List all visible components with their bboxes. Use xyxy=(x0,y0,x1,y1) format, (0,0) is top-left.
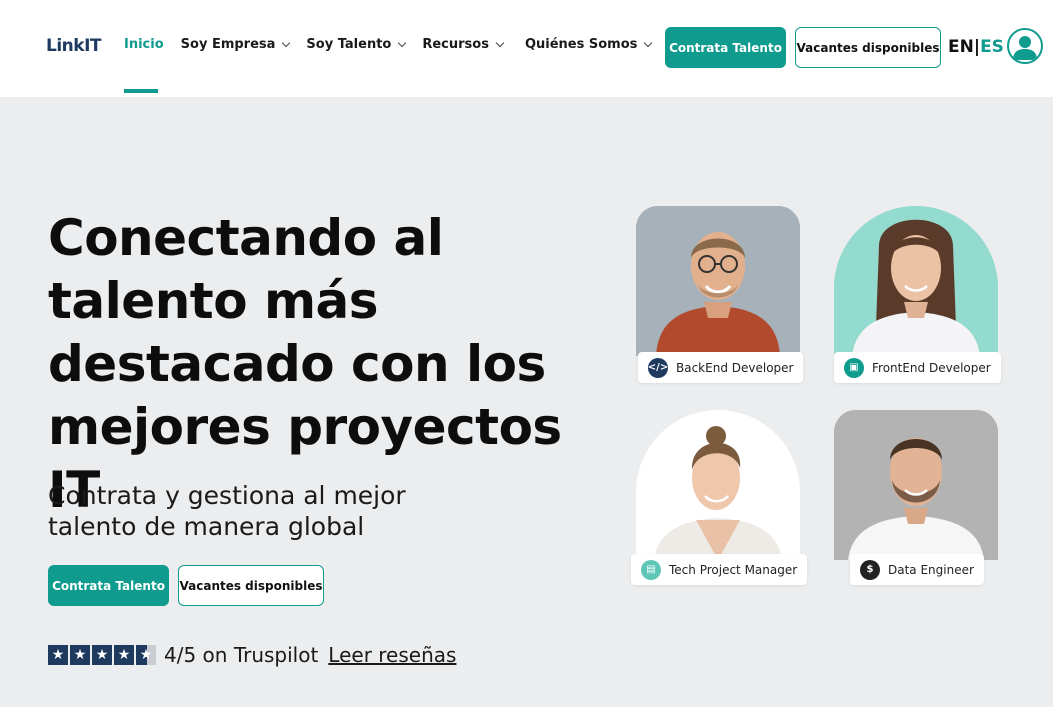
chevron-down-icon xyxy=(644,38,653,48)
vacantes-disponibles-button[interactable]: Vacantes disponibles xyxy=(795,27,941,68)
role-label: FrontEnd Developer xyxy=(872,360,991,375)
nav-item-label: Soy Empresa xyxy=(180,37,276,52)
contrata-talento-button[interactable]: Contrata Talento xyxy=(665,27,786,68)
nav-item-label: Quiénes Somos xyxy=(524,37,638,52)
half-star-icon: ★ xyxy=(136,645,156,665)
nav-item-label: Soy Talento xyxy=(306,37,392,52)
linkit-logo[interactable]: LinkIT xyxy=(46,36,101,56)
hero-vacantes-button[interactable]: Vacantes disponibles xyxy=(178,565,324,606)
nav-item-soy-empresa[interactable]: Soy Empresa xyxy=(180,37,291,52)
nav-item-label: Recursos xyxy=(422,37,489,52)
profile-card-data-engineer: $ Data Engineer xyxy=(834,410,998,590)
role-label: Data Engineer xyxy=(888,562,974,577)
role-label: Tech Project Manager xyxy=(669,562,798,577)
hero-headline: Conectando al talento más destacado con … xyxy=(48,207,608,522)
code-icon: </> xyxy=(648,357,668,378)
star-icon: ★ xyxy=(70,645,90,665)
subline-line: Contrata y gestiona al mejor xyxy=(48,481,406,510)
leer-resenas-link[interactable]: Leer reseñas xyxy=(328,643,456,667)
profile-photo xyxy=(834,206,998,356)
role-tag: </> BackEnd Developer xyxy=(638,352,804,383)
nav-links: Inicio Soy Empresa Soy Talento Recursos … xyxy=(124,37,668,52)
profile-card-backend: </> BackEnd Developer xyxy=(636,206,804,384)
chevron-down-icon xyxy=(282,38,291,48)
profile-card-tech-pm: ▤ Tech Project Manager xyxy=(631,410,808,590)
top-navbar: LinkIT Inicio Soy Empresa Soy Talento Re… xyxy=(0,0,1053,97)
user-icon[interactable] xyxy=(1007,28,1043,64)
profile-photo xyxy=(636,206,800,356)
nav-item-recursos[interactable]: Recursos xyxy=(422,37,505,52)
role-tag: ▤ Tech Project Manager xyxy=(631,554,808,585)
nav-item-quienes-somos[interactable]: Quiénes Somos xyxy=(524,37,653,52)
language-switcher: EN|ES xyxy=(948,37,1004,57)
image-icon: ▣ xyxy=(844,357,864,378)
chevron-down-icon xyxy=(398,38,407,48)
active-nav-indicator xyxy=(124,89,158,93)
chevron-down-icon xyxy=(495,38,505,48)
lang-en-link[interactable]: EN xyxy=(948,37,974,57)
nav-item-inicio[interactable]: Inicio xyxy=(124,37,164,52)
trustpilot-rating: ★ ★ ★ ★ ★ 4/5 on Truspilot Leer reseñas xyxy=(48,643,456,667)
nav-item-label: Inicio xyxy=(124,37,164,52)
role-tag: ▣ FrontEnd Developer xyxy=(834,352,1001,383)
hero-section: Conectando al talento más destacado con … xyxy=(0,97,1053,707)
star-icon: ★ xyxy=(48,645,68,665)
role-label: BackEnd Developer xyxy=(676,360,794,375)
star-icon: ★ xyxy=(92,645,112,665)
lang-es-link[interactable]: ES xyxy=(980,37,1004,57)
star-icon: ★ xyxy=(114,645,134,665)
logo-prefix: Link xyxy=(46,36,85,56)
rating-stars: ★ ★ ★ ★ ★ xyxy=(48,645,156,665)
profile-photo xyxy=(636,410,800,560)
logo-suffix: IT xyxy=(84,36,101,56)
hero-subheadline: Contrata y gestiona al mejor talento de … xyxy=(48,480,468,542)
headline-line: destacado con los xyxy=(48,335,546,393)
headline-line: talento más xyxy=(48,272,379,330)
profile-card-frontend: ▣ FrontEnd Developer xyxy=(834,206,1001,384)
briefcase-icon: ▤ xyxy=(641,559,661,580)
dollar-icon: $ xyxy=(860,559,880,580)
nav-item-soy-talento[interactable]: Soy Talento xyxy=(306,37,407,52)
role-tag: $ Data Engineer xyxy=(850,554,984,585)
headline-line: Conectando al xyxy=(48,209,444,267)
rating-text: 4/5 on Truspilot xyxy=(164,643,319,667)
hero-contrata-talento-button[interactable]: Contrata Talento xyxy=(48,565,169,606)
subline-line: talento de manera global xyxy=(48,512,365,541)
profile-photo xyxy=(834,410,998,560)
